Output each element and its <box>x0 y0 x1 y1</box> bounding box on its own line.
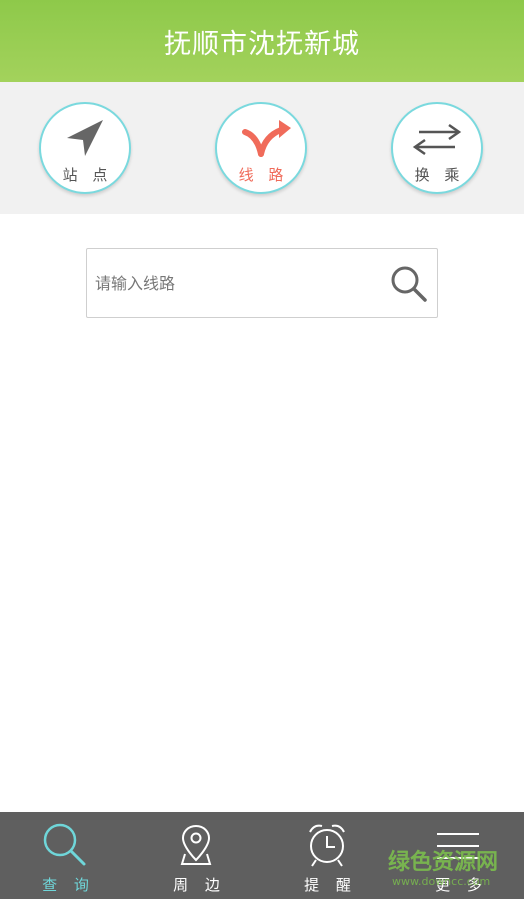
tab-nearby[interactable]: 周 边 <box>131 812 262 899</box>
mode-label-routes: 线 路 <box>238 166 289 184</box>
mode-label-transfer: 换 乘 <box>414 166 465 184</box>
mode-button-stops[interactable]: 站 点 <box>39 102 131 194</box>
tab-more[interactable]: 更 多 <box>393 812 524 899</box>
menu-lines-icon <box>437 833 479 859</box>
mode-selector-bar: 站 点 线 路 换 乘 <box>0 82 524 214</box>
route-fork-icon <box>242 120 291 157</box>
tab-label-query: 查 询 <box>42 876 95 894</box>
route-search-box <box>86 248 438 318</box>
alarm-clock-icon <box>309 824 345 867</box>
navigation-arrow-icon <box>67 120 103 156</box>
route-search-input[interactable] <box>95 249 385 317</box>
bottom-navigation: 查 询 周 边 提 醒 更 多 <box>0 812 524 899</box>
app-header: 抚顺市沈抚新城 <box>0 0 524 82</box>
tab-reminder[interactable]: 提 醒 <box>262 812 393 899</box>
mode-button-routes[interactable]: 线 路 <box>215 102 307 194</box>
tab-query[interactable]: 查 询 <box>0 812 131 899</box>
search-icon <box>43 823 86 866</box>
mode-button-transfer[interactable]: 换 乘 <box>391 102 483 194</box>
search-icon[interactable] <box>389 264 429 304</box>
tab-label-nearby: 周 边 <box>173 876 226 894</box>
tab-label-reminder: 提 醒 <box>304 876 357 894</box>
page-title: 抚顺市沈抚新城 <box>164 28 360 60</box>
tab-label-more: 更 多 <box>435 876 488 894</box>
transfer-arrows-icon <box>412 123 462 156</box>
mode-label-stops: 站 点 <box>62 166 113 184</box>
map-pin-icon <box>180 824 212 865</box>
